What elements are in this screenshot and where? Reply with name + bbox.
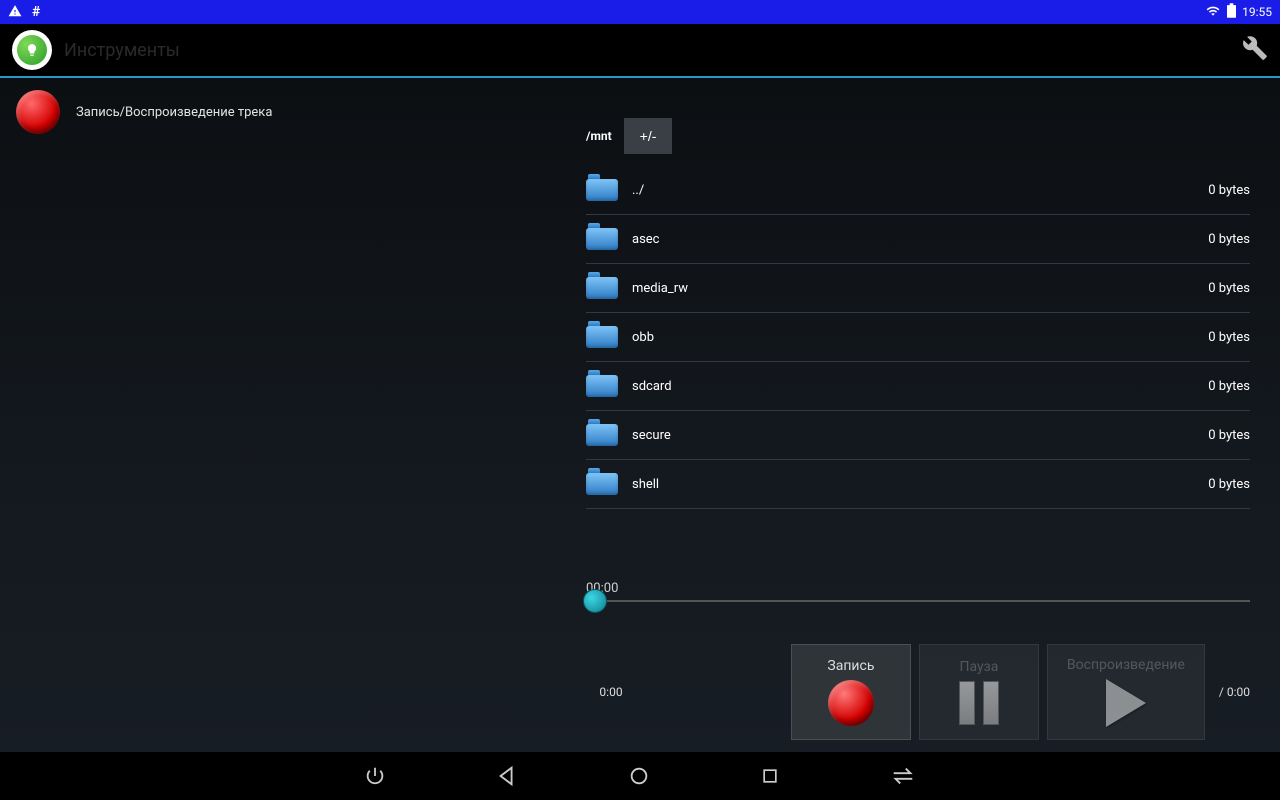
pause-button[interactable]: Пауза bbox=[919, 644, 1039, 740]
file-name: secure bbox=[632, 428, 671, 443]
file-name: asec bbox=[632, 232, 659, 247]
timeline-track[interactable] bbox=[586, 600, 1250, 602]
record-icon bbox=[828, 680, 874, 726]
play-button-label: Воспроизведение bbox=[1067, 657, 1185, 673]
file-item[interactable]: asec 0 bytes bbox=[586, 215, 1250, 264]
current-path: /mnt bbox=[586, 129, 612, 143]
toggle-expand-button[interactable]: +/- bbox=[624, 118, 673, 154]
folder-icon bbox=[586, 324, 618, 350]
app-header: Инструменты bbox=[0, 24, 1280, 78]
pause-icon bbox=[959, 681, 999, 725]
track-label: Запись/Воспроизведение трека bbox=[76, 105, 272, 120]
elapsed-time: 0:00 bbox=[586, 685, 636, 699]
recent-apps-button[interactable] bbox=[760, 766, 780, 786]
android-nav-bar bbox=[0, 752, 1280, 800]
file-item[interactable]: sdcard 0 bytes bbox=[586, 362, 1250, 411]
folder-icon bbox=[586, 373, 618, 399]
android-status-bar: # 19:55 bbox=[0, 0, 1280, 24]
file-name: ../ bbox=[632, 183, 644, 198]
file-size: 0 bytes bbox=[1208, 232, 1250, 247]
file-size: 0 bytes bbox=[1208, 477, 1250, 492]
file-size: 0 bytes bbox=[1208, 428, 1250, 443]
folder-icon bbox=[586, 226, 618, 252]
record-button-label: Запись bbox=[827, 658, 874, 674]
file-name: obb bbox=[632, 330, 654, 345]
file-name: sdcard bbox=[632, 379, 672, 394]
file-size: 0 bytes bbox=[1208, 281, 1250, 296]
file-name: media_rw bbox=[632, 281, 688, 296]
file-item[interactable]: secure 0 bytes bbox=[586, 411, 1250, 460]
folder-icon bbox=[586, 422, 618, 448]
playback-timeline: 00:00 bbox=[586, 581, 1250, 602]
file-item[interactable]: shell 0 bytes bbox=[586, 460, 1250, 509]
file-browser: /mnt +/- ../ 0 bytes asec 0 bytes media_… bbox=[586, 118, 1250, 509]
battery-icon bbox=[1227, 3, 1236, 21]
file-name: shell bbox=[632, 477, 659, 492]
timeline-position-label: 00:00 bbox=[586, 581, 1250, 596]
play-icon bbox=[1106, 679, 1146, 727]
transport-controls: 0:00 Запись Пауза Воспроизведение / 0:00 bbox=[586, 644, 1250, 740]
file-item-parent[interactable]: ../ 0 bytes bbox=[586, 166, 1250, 215]
power-icon[interactable] bbox=[364, 765, 386, 787]
settings-wrench-icon[interactable] bbox=[1242, 35, 1268, 65]
timeline-thumb[interactable] bbox=[583, 589, 607, 613]
status-time: 19:55 bbox=[1242, 5, 1272, 19]
folder-icon bbox=[586, 471, 618, 497]
record-button[interactable]: Запись bbox=[791, 644, 911, 740]
wifi-icon bbox=[1205, 4, 1221, 21]
folder-icon bbox=[586, 275, 618, 301]
total-time: / 0:00 bbox=[1219, 685, 1250, 699]
path-row: /mnt +/- bbox=[586, 118, 1250, 154]
folder-icon bbox=[586, 177, 618, 203]
back-button[interactable] bbox=[496, 765, 518, 787]
play-button[interactable]: Воспроизведение bbox=[1047, 644, 1205, 740]
pause-button-label: Пауза bbox=[959, 659, 998, 675]
home-button[interactable] bbox=[628, 765, 650, 787]
file-list: ../ 0 bytes asec 0 bytes media_rw 0 byte… bbox=[586, 166, 1250, 509]
hash-icon: # bbox=[32, 4, 40, 20]
file-size: 0 bytes bbox=[1208, 183, 1250, 198]
swap-icon[interactable] bbox=[890, 767, 916, 785]
app-icon[interactable] bbox=[12, 30, 52, 70]
record-indicator-icon bbox=[16, 90, 60, 134]
file-item[interactable]: media_rw 0 bytes bbox=[586, 264, 1250, 313]
file-size: 0 bytes bbox=[1208, 379, 1250, 394]
file-size: 0 bytes bbox=[1208, 330, 1250, 345]
file-item[interactable]: obb 0 bytes bbox=[586, 313, 1250, 362]
app-title: Инструменты bbox=[64, 40, 180, 61]
main-content: Запись/Воспроизведение трека /mnt +/- ..… bbox=[0, 78, 1280, 752]
warning-icon bbox=[8, 4, 22, 21]
